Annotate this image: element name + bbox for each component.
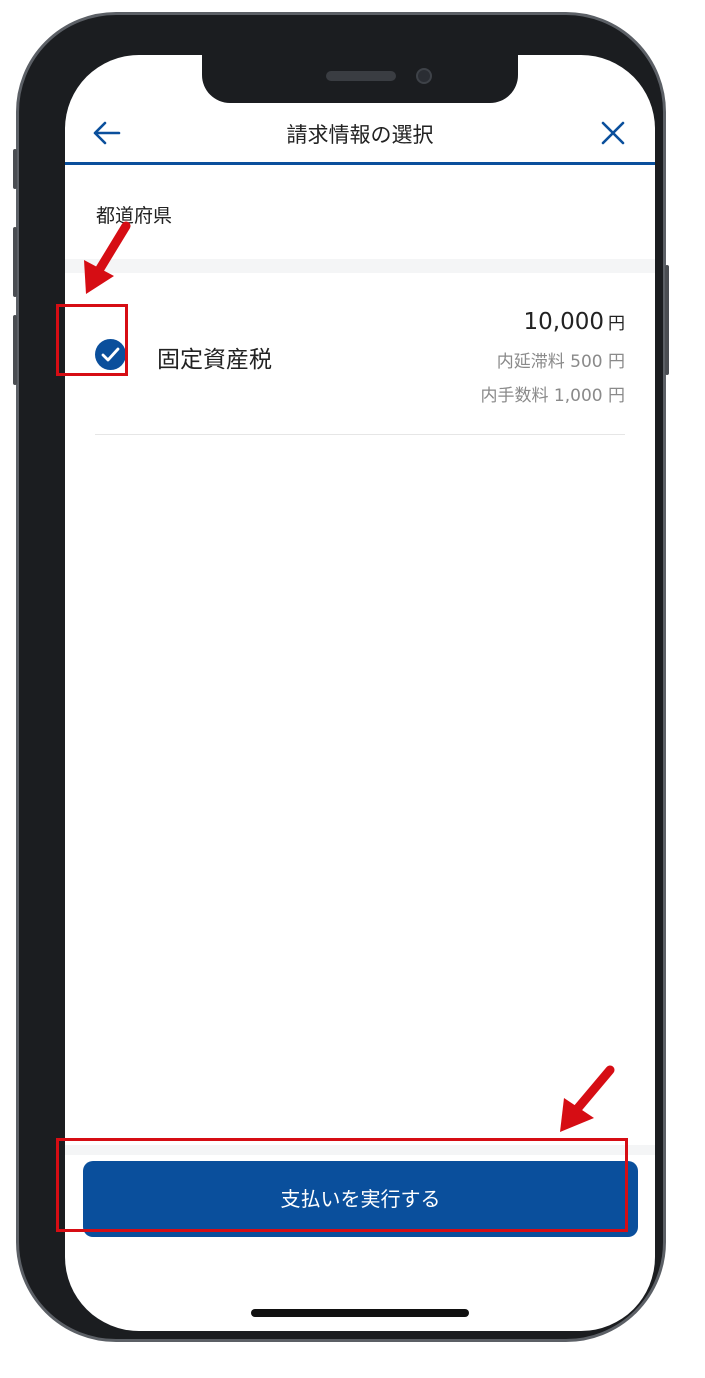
page-title: 請求情報の選択 — [286, 123, 434, 147]
home-indicator — [251, 1309, 469, 1317]
billing-item-name: 固定資産税 — [157, 347, 272, 373]
volume-up-button — [13, 227, 17, 297]
pay-button-highlight-box — [56, 1138, 628, 1232]
billing-item-row[interactable]: 固定資産税 10,000 円 内延滞料 500 円 内手数料 1,000 円 — [95, 305, 625, 435]
red-arrow-icon — [560, 1065, 615, 1132]
mute-switch — [13, 149, 17, 189]
volume-down-button — [13, 315, 17, 385]
billing-amount: 10,000 円 — [524, 309, 625, 335]
red-arrow-icon — [84, 221, 131, 294]
power-button — [665, 265, 669, 375]
close-button[interactable] — [595, 115, 631, 151]
checkbox-highlight-box — [56, 304, 128, 376]
handling-fee-breakdown: 内手数料 1,000 円 — [480, 386, 625, 406]
billing-amount-value: 10,000 — [523, 309, 604, 335]
navbar: 請求情報の選択 — [65, 103, 655, 165]
notch — [202, 55, 518, 103]
front-camera — [416, 68, 432, 84]
close-x-icon — [601, 121, 625, 145]
late-fee-breakdown: 内延滞料 500 円 — [496, 352, 625, 372]
billing-amount-unit: 円 — [608, 314, 625, 334]
section-divider — [65, 259, 655, 273]
speaker-grille — [326, 71, 396, 81]
